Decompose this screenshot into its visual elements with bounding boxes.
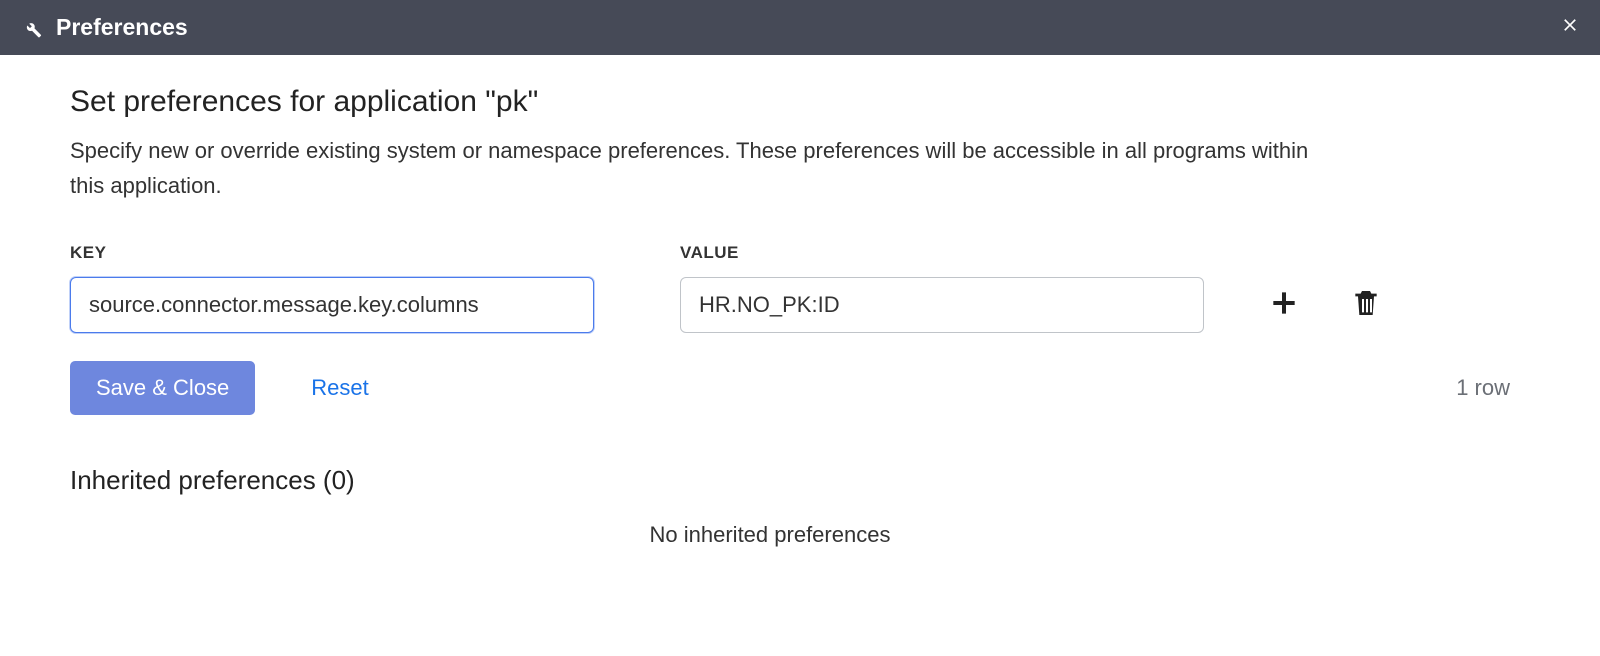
- page-title: Set preferences for application "pk": [70, 85, 1530, 119]
- inherited-empty-message: No inherited preferences: [10, 522, 1530, 548]
- column-key-label: KEY: [70, 243, 106, 262]
- header-title: Preferences: [56, 14, 188, 41]
- kv-header: KEY VALUE: [70, 243, 1530, 263]
- row-actions: [1268, 287, 1382, 324]
- trash-icon: [1350, 287, 1382, 324]
- reset-button[interactable]: Reset: [311, 375, 368, 401]
- modal-content: Set preferences for application "pk" Spe…: [0, 55, 1600, 588]
- plus-icon: [1268, 287, 1300, 324]
- inherited-title: Inherited preferences (0): [70, 465, 1530, 496]
- delete-row-button[interactable]: [1350, 287, 1382, 324]
- key-input[interactable]: [70, 277, 594, 333]
- page-description: Specify new or override existing system …: [70, 133, 1320, 203]
- close-icon: [1560, 14, 1580, 41]
- footer-row: Save & Close Reset 1 row: [70, 361, 1530, 415]
- close-button[interactable]: [1560, 14, 1580, 41]
- header-title-wrap: Preferences: [20, 14, 188, 41]
- column-value-label: VALUE: [680, 243, 739, 262]
- save-close-button[interactable]: Save & Close: [70, 361, 255, 415]
- wrench-icon: [20, 17, 42, 39]
- preference-row: [70, 277, 1530, 333]
- row-count: 1 row: [1456, 375, 1530, 401]
- value-input[interactable]: [680, 277, 1204, 333]
- add-row-button[interactable]: [1268, 287, 1300, 324]
- modal-header: Preferences: [0, 0, 1600, 55]
